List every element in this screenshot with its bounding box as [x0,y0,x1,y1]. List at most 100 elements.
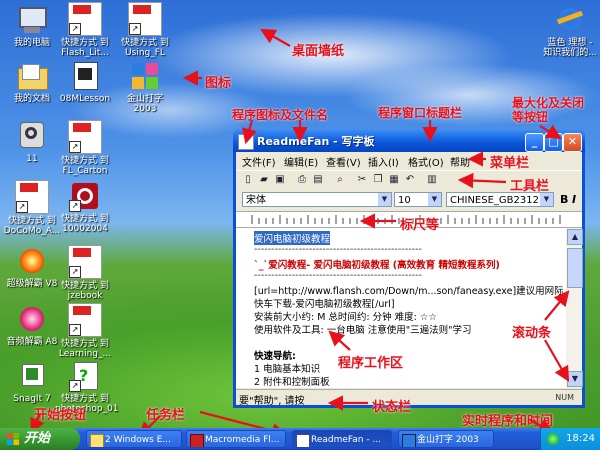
task-label: Macromedia Fl... [205,435,280,445]
menu-file[interactable]: 文件(F) [242,154,276,169]
annotation-scrollbar: 滚动条 [512,326,552,341]
folder-icon [90,434,104,447]
desktop-icon-fl-cartoon[interactable]: ↗ 快捷方式 到 FL_Carton [55,120,115,176]
chevron-down-icon[interactable]: ▼ [378,193,391,206]
arrow-wallpaper [260,28,291,47]
annotation-taskbar: 任务栏 [146,408,186,423]
flash-icon [190,434,204,447]
font-size-select[interactable]: 10 ▼ [394,192,442,207]
task-label: 2 Windows E... [105,435,171,445]
find-icon[interactable]: ⌕ [334,174,346,186]
annotation-titlebar: 程序窗口标题栏 [378,106,463,120]
window-titlebar[interactable]: ReadmeFan - 写字板 _ □ ✕ [233,130,585,152]
desktop-icon-learning[interactable]: ↗ 快捷方式 到 Learning_... [55,303,115,359]
windows-flag-icon [7,433,19,445]
desktop-icon-my-computer[interactable]: 我的电脑 [2,4,62,48]
task-windows-explorer[interactable]: 2 Windows E... [86,430,182,448]
decoder-icon [16,245,48,277]
document-line: [url=http://www.flansh.com/Down/m...son/… [254,286,564,297]
desktop-icon-using-fl[interactable]: ↗ 快捷方式 到 Using_FL [115,2,175,58]
chevron-down-icon[interactable]: ▼ [540,193,553,206]
menu-help[interactable]: 帮助 [450,154,470,169]
annotation-app-icon-filename: 程序图标及文件名 [232,108,329,122]
font-select[interactable]: 宋体 ▼ [242,192,392,207]
open-folder-icon[interactable]: ▰ [258,174,270,186]
minimize-button[interactable]: _ [525,133,544,152]
desktop-icon-super-decoder[interactable]: 超级解霸 V8 [2,245,62,289]
pdf-icon: ↗ [68,303,102,337]
menu-insert[interactable]: 插入(I) [368,154,399,169]
help-document-icon: ? ↗ [69,360,101,392]
desktop-wallpaper: 我的电脑 我的文档 11 ↗ 快捷方式 到 DoCoMo_A... 超级解霸 V… [0,0,600,439]
document-line: 1 电脑基本知识 [254,364,321,375]
typing-app-icon [129,60,161,92]
desktop-icon-audio-decoder[interactable]: 音频解霸 A8 [2,303,62,347]
desktop-icon-my-documents[interactable]: 我的文档 [2,60,62,104]
desktop-icon-blueidea[interactable]: 蓝色 理想 - 知识我们的... [540,4,600,58]
desktop-icon-08mlesson[interactable]: 08MLesson [55,60,115,104]
insert-date-icon[interactable]: ▥ [426,174,438,186]
annotation-toolbar: 工具栏 [510,179,550,194]
desktop-icon-snagit[interactable]: SnagIt 7 [2,360,62,404]
desktop-icon-jinshan-typing[interactable]: 金山打字 2003 [115,60,175,114]
task-macromedia[interactable]: Macromedia Fl... [186,430,286,448]
cut-icon[interactable]: ✂ [356,174,368,186]
copy-icon[interactable]: ❐ [372,174,384,186]
print-preview-icon[interactable]: ▤ [312,174,324,186]
close-button[interactable]: ✕ [563,133,582,152]
quicktime-icon [16,120,48,152]
annotation-wallpaper: 桌面墙纸 [292,44,345,59]
start-button[interactable]: 开始 [0,428,80,450]
vertical-scrollbar[interactable]: ▲ ▼ [566,228,583,388]
wordpad-icon [296,434,310,447]
internet-explorer-icon [554,4,586,36]
network-icon[interactable] [547,433,559,445]
computer-icon [16,4,48,36]
charset-value: CHINESE_GB2312 [450,195,539,206]
undo-icon[interactable]: ↶ [404,174,416,186]
desktop-icon-flash-lite[interactable]: ↗ 快捷方式 到 Flash_Lit... [55,2,115,58]
task-label: 金山打字 2003 [417,435,479,445]
task-jinshan-typing[interactable]: 金山打字 2003 [398,430,494,448]
pdf-icon: ↗ [68,245,102,279]
scroll-up-icon[interactable]: ▲ [567,229,583,245]
save-icon[interactable]: ▣ [274,174,286,186]
pdf-icon: ↗ [128,2,162,36]
desktop-icon-10002004[interactable]: ↗ 快捷方式 到 10002004 [55,180,115,234]
document-line: `_`爱闪教程- 爱闪电脑初级教程 (高效教育 精短教程系列) [254,260,500,271]
task-wordpad[interactable]: ReadmeFan - ... [292,430,392,448]
pdf-icon: ↗ [15,180,49,214]
chevron-down-icon[interactable]: ▼ [428,193,441,206]
document-line: ----------------------------------------… [254,270,422,281]
italic-button[interactable]: I [572,193,576,206]
document-line: 爱闪电脑初级教程 [254,231,331,245]
bold-button[interactable]: B [560,193,568,206]
menu-format[interactable]: 格式(O) [408,154,444,169]
maximize-button[interactable]: □ [544,133,563,152]
document-line: ----------------------------------------… [254,244,422,255]
menu-view[interactable]: 查看(V) [326,154,361,169]
font-value: 宋体 [246,195,266,206]
task-label: ReadmeFan - ... [311,435,382,445]
desktop-icon-11[interactable]: 11 [2,120,62,164]
paste-icon[interactable]: ▦ [388,174,400,186]
annotation-workspace: 程序工作区 [338,356,404,371]
document-line: 2 附件和控制面板 [254,377,330,388]
system-tray[interactable]: 18:24 [540,428,600,450]
scroll-thumb[interactable] [567,248,583,288]
scroll-down-icon[interactable]: ▼ [567,371,583,387]
wordpad-app-icon[interactable] [238,134,254,150]
menu-edit[interactable]: 编辑(E) [284,154,318,169]
desktop-icon-docomo[interactable]: ↗ 快捷方式 到 DoCoMo_A... [2,180,62,236]
document-line: 安装前大小约: M 总时间约: 分钟 难度: ☆☆ [254,312,437,323]
document-line: 使用软件及工具: 一台电脑 注意使用"三遍法则"学习 [254,325,472,336]
start-label: 开始 [24,431,51,446]
annotation-tray: 实时程序和时间 [462,414,554,429]
menu-bar: 文件(F) 编辑(E) 查看(V) 插入(I) 格式(O) 帮助 [236,152,582,169]
print-icon[interactable]: ⎙ [296,174,308,186]
font-size-value: 10 [398,195,411,206]
desktop-icon-jzebook[interactable]: ↗ 快捷方式 到 jzebook [55,245,115,301]
window-title: ReadmeFan - 写字板 [257,135,375,148]
charset-select[interactable]: CHINESE_GB2312 ▼ [446,192,554,207]
new-icon[interactable]: ▯ [242,174,254,186]
